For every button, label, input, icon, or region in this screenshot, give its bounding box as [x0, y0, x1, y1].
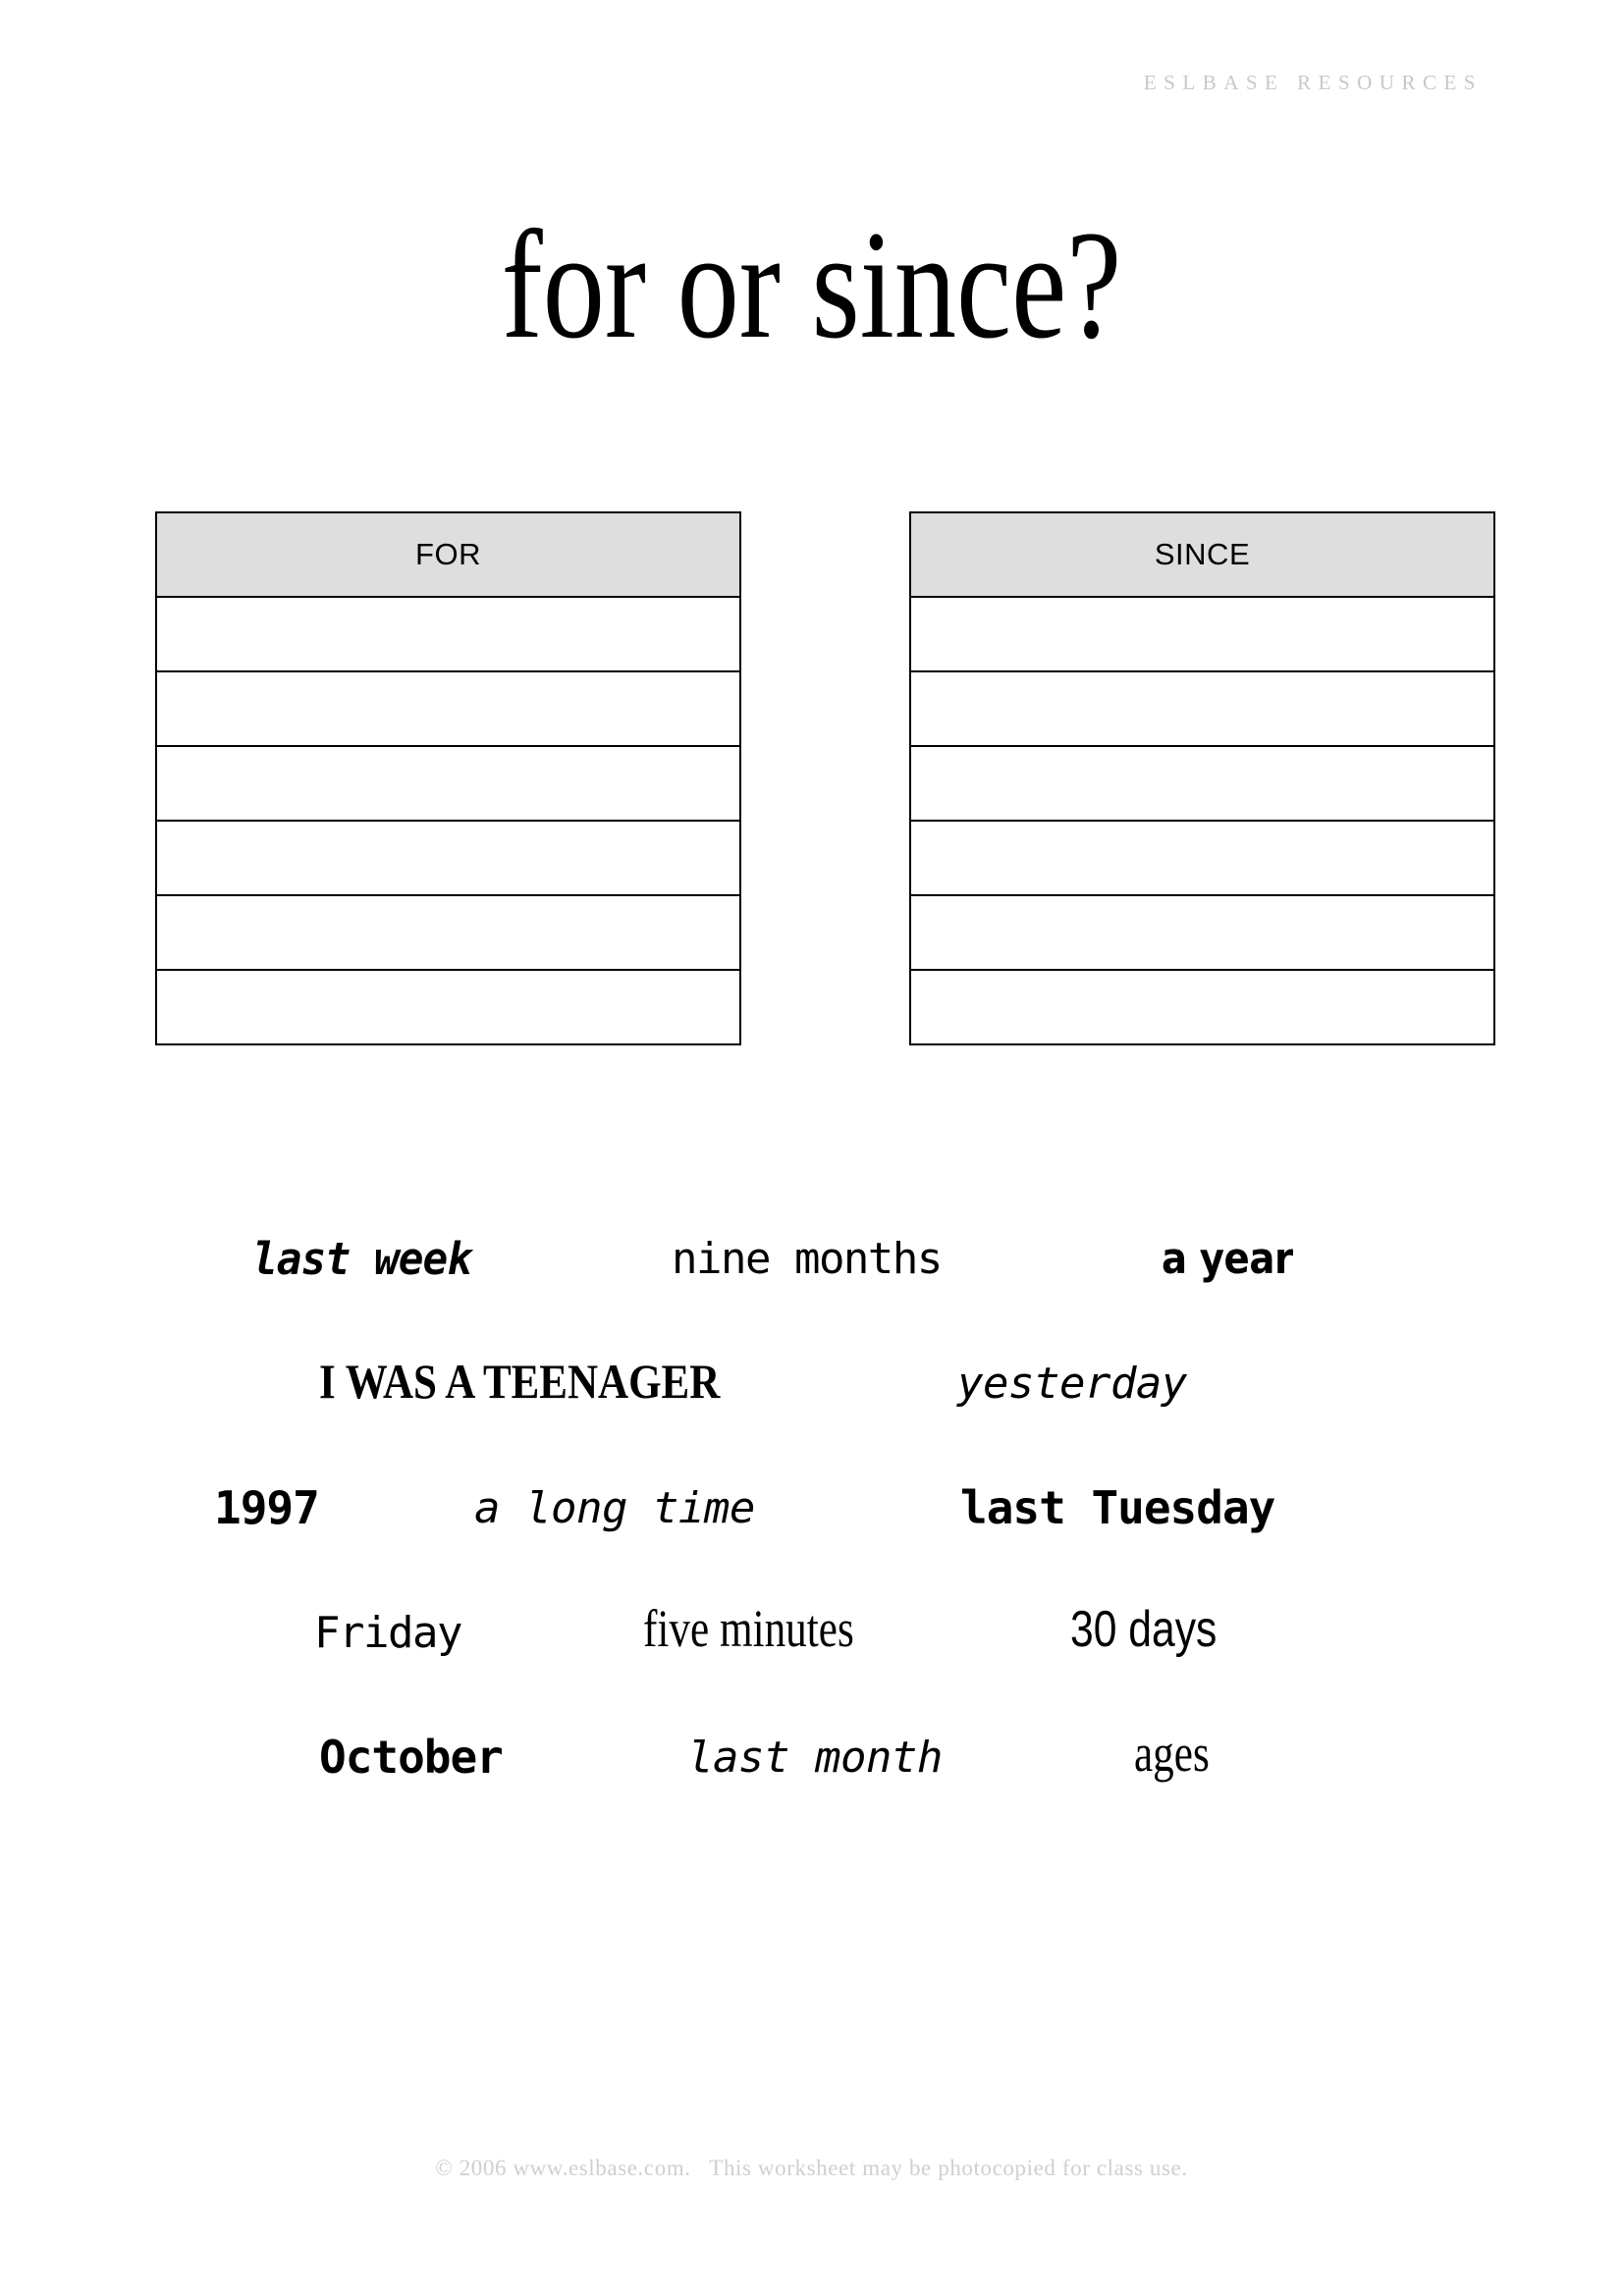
word-bank-item[interactable]: a long time — [474, 1487, 755, 1530]
word-bank-item[interactable]: five minutes — [643, 1602, 854, 1655]
word-bank-item[interactable]: ages — [1134, 1727, 1210, 1780]
table-row — [155, 894, 741, 971]
word-bank-item[interactable]: I WAS A TEENAGER — [319, 1357, 720, 1406]
answer-cell[interactable] — [155, 596, 741, 672]
table-header-row: SINCE — [909, 511, 1495, 598]
table-row — [909, 745, 1495, 822]
answer-cell[interactable] — [909, 969, 1495, 1045]
word-bank-item[interactable]: Friday — [314, 1612, 462, 1655]
answer-tables: FOR SINCE — [155, 511, 1495, 1059]
answer-cell[interactable] — [155, 670, 741, 747]
table-row — [909, 969, 1495, 1045]
table-row — [155, 596, 741, 672]
answer-cell[interactable] — [155, 820, 741, 896]
answer-cell[interactable] — [155, 745, 741, 822]
worksheet-page: ESLBASE RESOURCES for or since? FOR SINC… — [0, 0, 1623, 2296]
word-bank-row: Friday five minutes 30 days — [0, 1548, 1623, 1673]
copyright-footer: © 2006 www.eslbase.com. This worksheet m… — [435, 2156, 1188, 2180]
table-row — [909, 820, 1495, 896]
word-bank-item[interactable]: nine months — [672, 1238, 943, 1281]
since-table: SINCE — [909, 511, 1495, 1045]
word-bank-row: 1997 a long time last Tuesday — [0, 1423, 1623, 1548]
word-bank-item[interactable]: 1997 — [214, 1485, 320, 1530]
answer-cell[interactable] — [909, 596, 1495, 672]
word-bank-item[interactable]: last week — [252, 1237, 472, 1281]
table-row — [155, 670, 741, 747]
word-bank-item[interactable]: October — [319, 1735, 504, 1780]
word-bank-item[interactable]: yesterday — [957, 1362, 1187, 1406]
answer-cell[interactable] — [155, 894, 741, 971]
answer-cell[interactable] — [909, 745, 1495, 822]
word-bank-row: I WAS A TEENAGER yesterday — [0, 1299, 1623, 1423]
table-row — [909, 670, 1495, 747]
table-row — [155, 745, 741, 822]
table-row — [155, 969, 741, 1045]
since-table-body — [909, 596, 1495, 1045]
word-bank-item[interactable]: a year — [1162, 1238, 1293, 1281]
for-table-header: FOR — [155, 511, 741, 598]
word-bank-item[interactable]: last month — [687, 1736, 943, 1780]
answer-cell[interactable] — [909, 894, 1495, 971]
table-row — [909, 596, 1495, 672]
for-table-body — [155, 596, 741, 1045]
page-title: for or since? — [501, 199, 1122, 371]
answer-cell[interactable] — [909, 820, 1495, 896]
brand-running-head: ESLBASE RESOURCES — [1143, 71, 1483, 94]
answer-cell[interactable] — [155, 969, 741, 1045]
answer-cell[interactable] — [909, 670, 1495, 747]
table-row — [909, 894, 1495, 971]
table-header-row: FOR — [155, 511, 741, 598]
word-bank-item[interactable]: 30 days — [1070, 1604, 1217, 1655]
since-table-header: SINCE — [909, 511, 1495, 598]
word-bank-item[interactable]: last Tuesday — [960, 1485, 1275, 1530]
for-table: FOR — [155, 511, 741, 1045]
word-bank-row: October last month ages — [0, 1673, 1623, 1797]
word-bank-row: last week nine months a year — [0, 1174, 1623, 1299]
word-bank: last week nine months a year I WAS A TEENAG… — [0, 1174, 1623, 1797]
table-row — [155, 820, 741, 896]
